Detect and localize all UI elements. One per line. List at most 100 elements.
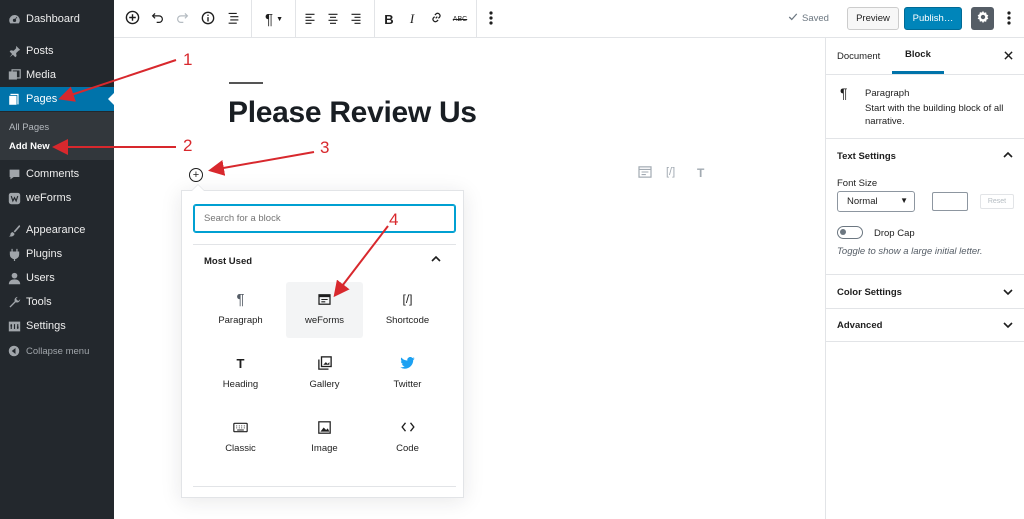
submenu-all-pages[interactable]: All Pages	[9, 122, 49, 133]
menu-label: Dashboard	[26, 13, 80, 25]
block-label: Gallery	[309, 379, 340, 390]
chevron-up-icon[interactable]	[431, 253, 441, 265]
weforms-icon	[7, 191, 21, 205]
plus-circle-icon	[125, 10, 140, 28]
block-paragraph[interactable]: ¶ Paragraph	[202, 282, 279, 338]
comments-icon	[7, 167, 21, 181]
block-label: Image	[311, 443, 338, 454]
italic-button[interactable]: I	[400, 7, 424, 31]
font-size-select[interactable]: Normal ▼	[837, 191, 915, 212]
font-size-value: Normal	[847, 196, 878, 207]
editor-more-menu-button[interactable]	[1000, 7, 1018, 31]
block-label: Classic	[225, 443, 256, 454]
undo-button[interactable]	[145, 7, 169, 31]
menu-item-users[interactable]: Users	[0, 266, 114, 290]
post-title[interactable]: Please Review Us	[228, 96, 477, 130]
sidebar-divider	[826, 274, 1024, 275]
code-icon	[400, 419, 415, 435]
annotation-number-2: 2	[183, 136, 193, 155]
settings-sidebar: Document Block ¶ Paragraph Start with th…	[825, 38, 1024, 519]
block-gallery[interactable]: Gallery	[286, 346, 363, 402]
menu-item-posts[interactable]: Posts	[0, 39, 114, 63]
font-size-reset-button[interactable]: Reset	[980, 194, 1014, 209]
wrench-icon	[7, 295, 21, 309]
twitter-icon	[400, 355, 415, 371]
align-left-button[interactable]	[298, 7, 322, 31]
menu-label: Posts	[26, 45, 54, 57]
menu-label: Users	[26, 272, 55, 284]
block-inserter-popover: Most Used ¶ Paragraph weForms [/] Shortc…	[181, 184, 464, 498]
most-used-heading[interactable]: Most Used	[204, 256, 252, 267]
menu-item-media[interactable]: Media	[0, 63, 114, 87]
check-icon	[788, 12, 798, 25]
menu-item-tools[interactable]: Tools	[0, 290, 114, 314]
editor-toolbar: ¶ ▼ B I ABC Saved Preview Publish…	[114, 0, 1024, 38]
preview-button[interactable]: Preview	[847, 7, 899, 30]
shortcode-shortcut-icon[interactable]: [/]	[666, 166, 675, 178]
block-search-input[interactable]	[193, 204, 456, 233]
content-info-button[interactable]	[196, 7, 220, 31]
block-image[interactable]: Image	[286, 410, 363, 466]
block-navigation-button[interactable]	[221, 7, 245, 31]
menu-label: Settings	[26, 320, 66, 332]
block-weforms[interactable]: weForms	[286, 282, 363, 338]
chevron-down-icon[interactable]	[1003, 287, 1013, 299]
vertical-ellipsis-icon	[1007, 10, 1011, 28]
block-heading[interactable]: T Heading	[202, 346, 279, 402]
menu-item-settings[interactable]: Settings	[0, 314, 114, 338]
toolbar-divider	[295, 0, 296, 38]
menu-item-dashboard[interactable]: Dashboard	[0, 7, 114, 31]
custom-font-size-input[interactable]	[932, 192, 968, 211]
color-settings-panel-toggle[interactable]: Color Settings	[837, 287, 902, 298]
chevron-down-icon[interactable]	[1003, 320, 1013, 332]
bold-icon: B	[384, 11, 394, 27]
add-block-button[interactable]	[120, 7, 144, 31]
block-type-switcher[interactable]: ¶ ▼	[259, 7, 289, 31]
align-right-button[interactable]	[344, 7, 368, 31]
link-button[interactable]	[424, 7, 448, 31]
pages-submenu: All Pages Add New	[0, 112, 114, 160]
plus-icon: +	[192, 168, 200, 181]
menu-item-pages[interactable]: Pages	[0, 87, 114, 111]
tab-block[interactable]: Block	[892, 38, 944, 74]
settings-toggle-button[interactable]	[971, 7, 994, 30]
menu-item-weforms[interactable]: weForms	[0, 186, 114, 210]
paragraph-icon: ¶	[840, 85, 848, 101]
block-label: Twitter	[393, 379, 422, 390]
align-center-button[interactable]	[321, 7, 345, 31]
drop-cap-toggle[interactable]	[837, 226, 863, 239]
text-settings-panel-toggle[interactable]: Text Settings	[837, 151, 896, 162]
title-separator	[229, 82, 263, 84]
block-classic[interactable]: Classic	[202, 410, 279, 466]
block-twitter[interactable]: Twitter	[369, 346, 446, 402]
menu-label: Media	[26, 69, 56, 81]
redo-button[interactable]	[170, 7, 194, 31]
menu-item-appearance[interactable]: Appearance	[0, 218, 114, 242]
form-block-shortcut-icon[interactable]	[638, 166, 652, 181]
strikethrough-button[interactable]: ABC	[448, 7, 472, 31]
bold-button[interactable]: B	[377, 7, 401, 31]
toolbar-divider	[251, 0, 252, 38]
inline-inserter-button[interactable]: +	[189, 168, 203, 182]
saved-label: Saved	[802, 13, 829, 24]
tab-document[interactable]: Document	[837, 38, 880, 74]
heading-shortcut-icon[interactable]: T	[697, 166, 704, 180]
close-icon[interactable]	[1004, 49, 1013, 63]
collapse-menu-button[interactable]: Collapse menu	[0, 339, 114, 363]
block-shortcode[interactable]: [/] Shortcode	[369, 282, 446, 338]
block-code[interactable]: Code	[369, 410, 446, 466]
media-icon	[7, 68, 21, 82]
saved-status: Saved	[788, 12, 829, 25]
publish-button[interactable]: Publish…	[904, 7, 962, 30]
more-options-button[interactable]	[479, 7, 503, 31]
chevron-up-icon[interactable]	[1003, 149, 1013, 161]
menu-item-comments[interactable]: Comments	[0, 162, 114, 186]
heading-icon: T	[236, 355, 245, 371]
collapse-menu-label: Collapse menu	[26, 345, 90, 357]
list-view-icon	[227, 11, 240, 27]
advanced-panel-toggle[interactable]: Advanced	[837, 320, 882, 331]
menu-item-plugins[interactable]: Plugins	[0, 242, 114, 266]
submenu-add-new[interactable]: Add New	[9, 141, 50, 152]
vertical-ellipsis-icon	[489, 10, 493, 28]
popover-divider	[193, 486, 456, 487]
